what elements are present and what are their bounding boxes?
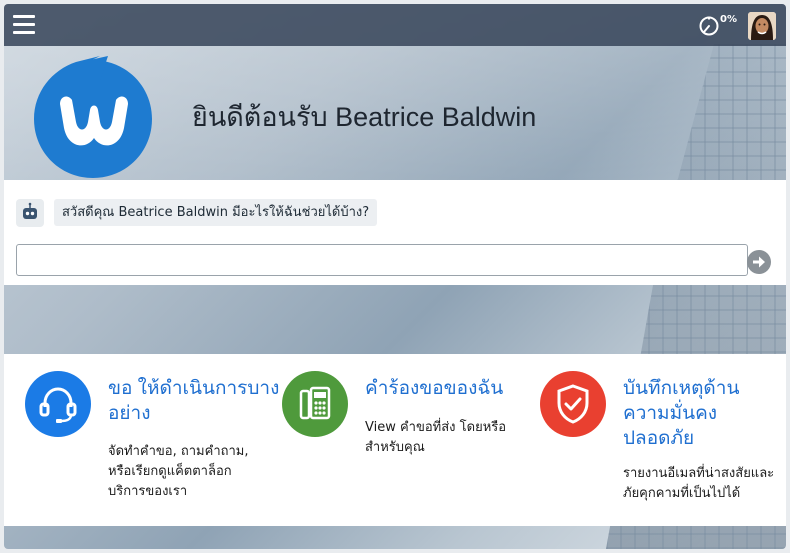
bot-message: สวัสดีคุณ Beatrice Baldwin มีอะไรให้ฉันช…: [54, 199, 378, 226]
shield-check-icon: [557, 384, 589, 424]
headset-icon: [39, 387, 77, 423]
card-description: รายงานอีเมลที่น่าสงสัยและภัยคุกคามที่เป็…: [623, 466, 775, 501]
hamburger-menu-icon[interactable]: [13, 15, 35, 35]
virtual-agent-card: สวัสดีคุณ Beatrice Baldwin มีอะไรให้ฉันช…: [4, 180, 786, 285]
card-my-requests[interactable]: คำร้องขอของฉัน View คำขอที่ส่ง โดยหรือสำ…: [282, 354, 532, 526]
card-description: View คำขอที่ส่ง โดยหรือสำหรับคุณ: [365, 420, 507, 455]
arrow-right-icon: [753, 256, 765, 268]
user-avatar[interactable]: [748, 12, 776, 40]
brand-logo: [30, 56, 154, 180]
card-security-incident[interactable]: บันทึกเหตุด้านความมั่นคงปลอดภัย รายงานอี…: [540, 354, 786, 526]
robot-icon: [23, 202, 37, 219]
card-request-something[interactable]: ขอ ให้ดำเนินการบางอย่าง จัดทำคำขอ, ถามคำ…: [25, 354, 279, 526]
card-icon-circle: [540, 371, 606, 437]
progress-widget[interactable]: 0%: [698, 13, 738, 37]
phone-icon: [299, 386, 331, 420]
card-description: จัดทำคำขอ, ถามคำถาม, หรือเรียกดูแค็ตตาล็…: [108, 444, 249, 499]
card-title: ขอ ให้ดำเนินการบางอย่าง: [108, 378, 280, 424]
app-frame: 0% ยินดีต้อนรับ Beatrice Baldwin สวัสดีค…: [4, 4, 786, 549]
top-bar: 0%: [4, 4, 786, 46]
chat-input[interactable]: [16, 244, 748, 276]
gauge-icon: [699, 16, 719, 36]
card-icon-circle: [282, 371, 348, 437]
send-button[interactable]: [747, 250, 771, 274]
welcome-heading: ยินดีต้อนรับ Beatrice Baldwin: [192, 102, 537, 132]
card-title: คำร้องขอของฉัน: [365, 378, 504, 399]
card-icon-circle: [25, 371, 91, 437]
card-title: บันทึกเหตุด้านความมั่นคงปลอดภัย: [623, 378, 740, 449]
avatar-image: [748, 12, 776, 40]
progress-percent: 0%: [720, 14, 737, 25]
bot-avatar: [16, 199, 44, 227]
action-cards: ขอ ให้ดำเนินการบางอย่าง จัดทำคำขอ, ถามคำ…: [4, 354, 786, 526]
